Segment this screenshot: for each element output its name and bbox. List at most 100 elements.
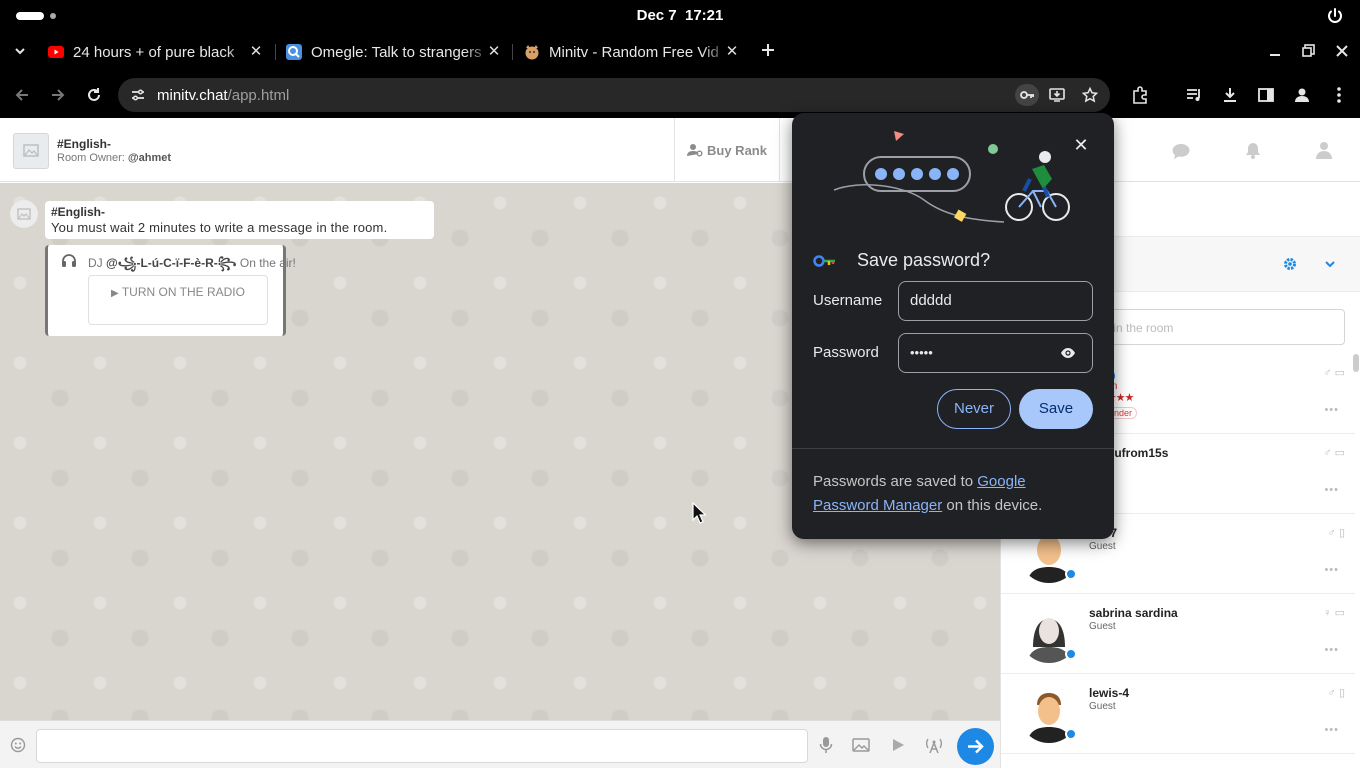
tab-youtube[interactable]: 24 hours + of pure black ✕ <box>48 36 264 68</box>
reload-icon[interactable] <box>86 87 102 103</box>
user-cog-icon <box>687 144 703 157</box>
radio-widget: DJ @꧁-L-ú-C-ï-F-è-R-꧂ On the air! ▶ TURN… <box>45 245 296 336</box>
microphone-icon[interactable] <box>819 736 833 754</box>
emoji-icon[interactable] <box>10 737 26 753</box>
user-row-icons: ♂ ▯ <box>1327 687 1345 699</box>
more-icon[interactable]: ••• <box>1324 644 1339 656</box>
minimize-window-icon[interactable] <box>1268 44 1282 58</box>
extensions-icon[interactable] <box>1131 86 1149 104</box>
menu-kebab-icon[interactable] <box>1330 86 1348 104</box>
site-info-icon[interactable] <box>130 87 146 103</box>
video-play-icon[interactable] <box>890 737 906 753</box>
restore-window-icon[interactable] <box>1302 44 1316 58</box>
media-controls-icon[interactable] <box>1185 86 1203 104</box>
youtube-favicon-icon <box>48 46 64 58</box>
dialog-title: Save password? <box>857 250 991 270</box>
turn-on-radio-button[interactable]: ▶ TURN ON THE RADIO <box>88 275 268 325</box>
never-button[interactable]: Never <box>937 389 1011 429</box>
panel-scrollbar[interactable] <box>1353 354 1359 372</box>
user-row-icons: ♂ ▭ <box>1323 367 1345 379</box>
new-tab-icon[interactable] <box>760 42 776 58</box>
password-label: Password <box>813 344 879 361</box>
tab-close-icon[interactable]: ✕ <box>248 44 264 60</box>
user-row[interactable]: lewis-4 Guest ♂ ▯ ••• <box>1001 674 1355 754</box>
send-button[interactable] <box>957 728 994 765</box>
tab-title: Minitv - Random Free Vid <box>549 43 719 61</box>
password-key-icon[interactable] <box>1015 84 1039 106</box>
bell-icon[interactable] <box>1244 141 1262 159</box>
image-upload-icon[interactable] <box>852 737 870 753</box>
save-password-dialog: ✕ Save password? Username ddddd Password… <box>792 113 1114 539</box>
password-field[interactable]: ••••• <box>898 333 1093 373</box>
user-row-icons: ♀ ▭ <box>1323 607 1345 619</box>
eye-icon[interactable] <box>1060 346 1076 360</box>
mouse-cursor-icon <box>692 502 706 524</box>
downloads-icon[interactable] <box>1221 86 1239 104</box>
dialog-footer-text: Passwords are saved to Google Password M… <box>813 473 1043 514</box>
play-icon: ▶ <box>111 288 119 299</box>
web-page: #English- Room Owner: @ahmet Buy Rank #E… <box>0 118 1360 768</box>
more-icon[interactable]: ••• <box>1324 724 1339 736</box>
tab-minitv[interactable]: Minitv - Random Free Vid ✕ <box>524 36 740 68</box>
omegle-favicon-icon <box>286 44 302 60</box>
tab-close-icon[interactable]: ✕ <box>724 44 740 60</box>
forward-icon[interactable] <box>50 87 66 103</box>
power-icon[interactable] <box>1326 7 1344 25</box>
username-field[interactable]: ddddd <box>898 281 1093 321</box>
os-top-bar: Dec 7 17:21 <box>0 0 1360 32</box>
google-password-manager-icon <box>813 254 837 268</box>
os-clock[interactable]: Dec 7 17:21 <box>0 7 1360 24</box>
user-search-input[interactable]: rs in the room <box>1097 309 1345 345</box>
back-icon[interactable] <box>14 87 30 103</box>
buy-rank-button[interactable]: Buy Rank <box>674 118 780 182</box>
tab-title: 24 hours + of pure black <box>73 43 235 61</box>
more-icon[interactable]: ••• <box>1324 564 1339 576</box>
account-icon[interactable] <box>1315 141 1333 159</box>
tab-omegle[interactable]: Omegle: Talk to strangers ✕ <box>286 36 502 68</box>
message-text: You must wait 2 minutes to write a messa… <box>51 220 388 235</box>
message-input[interactable] <box>36 729 808 763</box>
profile-icon[interactable] <box>1293 86 1311 104</box>
close-icon[interactable]: ✕ <box>1071 135 1091 155</box>
user-name: lewis-4 <box>1089 686 1130 700</box>
username-label: Username <box>813 292 883 309</box>
broadcast-icon[interactable] <box>924 736 944 754</box>
tab-strip: 24 hours + of pure black ✕ Omegle: Talk … <box>0 32 1360 72</box>
room-name: #English- <box>57 137 112 151</box>
message-avatar[interactable] <box>10 200 38 228</box>
tab-search-chevron-icon[interactable] <box>13 44 27 58</box>
system-message: #English- You must wait 2 minutes to wri… <box>45 201 434 239</box>
close-window-icon[interactable] <box>1335 44 1349 58</box>
message-user: #English- <box>51 205 106 219</box>
user-name: sabrina sardina <box>1089 606 1178 620</box>
tab-close-icon[interactable]: ✕ <box>486 44 502 60</box>
more-icon[interactable]: ••• <box>1324 404 1339 416</box>
tab-title: Omegle: Talk to strangers <box>311 43 482 61</box>
chevron-down-icon[interactable] <box>1323 257 1337 271</box>
chat-bubble-icon[interactable] <box>1171 142 1191 160</box>
message-composer <box>0 720 1000 768</box>
online-indicator <box>1065 568 1077 580</box>
user-row-icons: ♂ ▭ <box>1323 447 1345 459</box>
minitv-favicon-icon <box>525 45 539 60</box>
user-role: Guest <box>1089 701 1116 712</box>
user-row[interactable]: sabrina sardina Guest ♀ ▭ ••• <box>1001 594 1355 674</box>
room-thumbnail[interactable] <box>13 133 49 169</box>
user-row-icons: ♂ ▯ <box>1327 527 1345 539</box>
save-button[interactable]: Save <box>1019 389 1093 429</box>
user-role: Guest <box>1089 621 1116 632</box>
password-illustration <box>833 131 1070 223</box>
bookmark-star-icon[interactable] <box>1082 87 1098 103</box>
address-bar[interactable]: minitv.chat/app.html <box>118 78 1110 112</box>
settings-gear-icon[interactable] <box>1283 257 1297 271</box>
room-owner: Room Owner: @ahmet <box>57 152 172 164</box>
install-app-icon[interactable] <box>1049 87 1065 103</box>
browser-toolbar: minitv.chat/app.html <box>0 72 1360 118</box>
more-icon[interactable]: ••• <box>1324 484 1339 496</box>
side-panel-icon[interactable] <box>1257 86 1275 104</box>
online-indicator <box>1065 728 1077 740</box>
buy-rank-label: Buy Rank <box>707 142 767 158</box>
user-role: Guest <box>1089 541 1116 552</box>
dialog-divider <box>792 448 1114 449</box>
headphones-icon <box>61 253 77 267</box>
